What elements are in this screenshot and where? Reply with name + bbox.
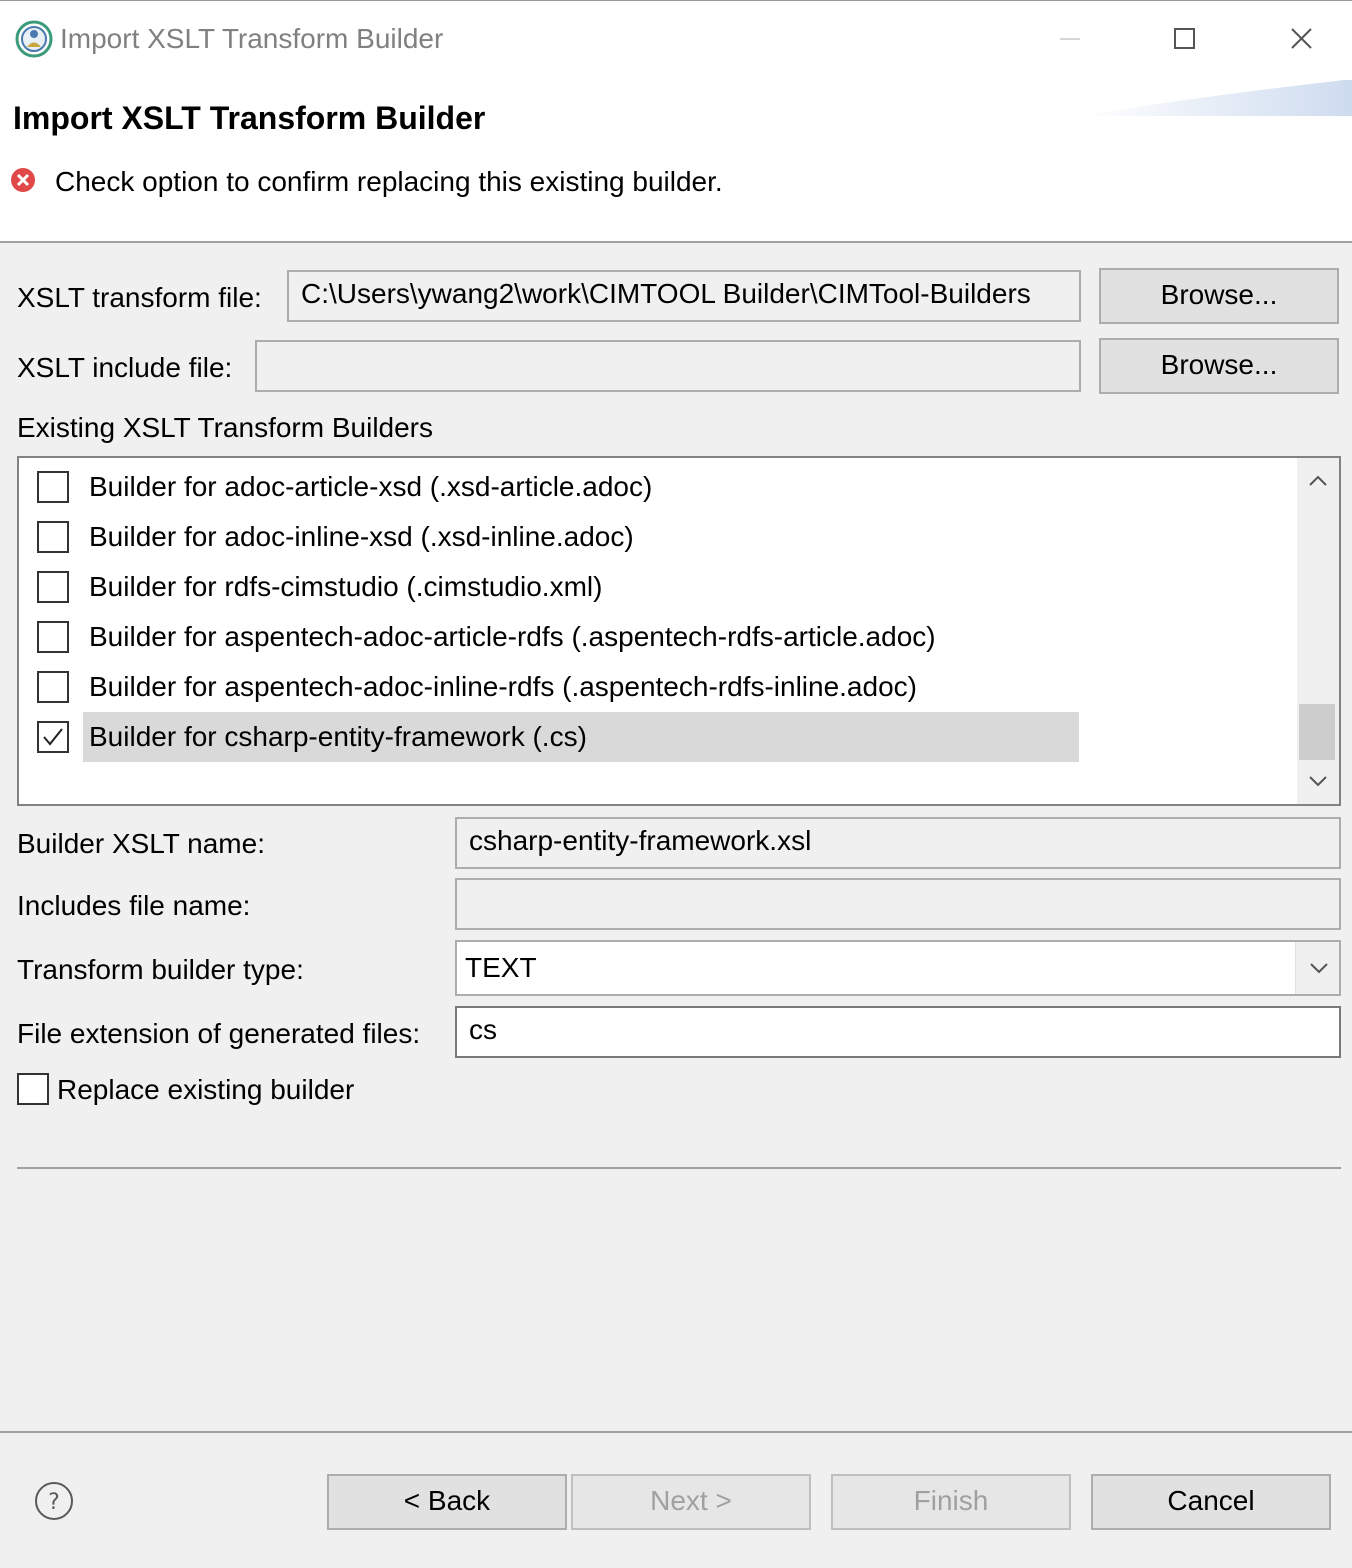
builder-type-label: Transform builder type: (17, 954, 304, 985)
builder-checkbox-checked[interactable] (37, 721, 69, 753)
error-message: Check option to confirm replacing this e… (55, 166, 723, 197)
extension-label: File extension of generated files: (17, 1018, 421, 1049)
existing-builders-label: Existing XSLT Transform Builders (17, 412, 434, 443)
builder-label: Builder for aspentech-adoc-article-rdfs … (89, 621, 936, 652)
builder-checkbox[interactable] (37, 571, 69, 603)
include-file-field[interactable] (255, 340, 1081, 392)
includes-name-label: Includes file name: (17, 890, 251, 921)
builder-checkbox[interactable] (37, 621, 69, 653)
banner-decoration (1080, 80, 1352, 116)
include-file-label: XSLT include file: (17, 352, 233, 383)
browse-include-button[interactable]: Browse... (1099, 338, 1339, 394)
builder-checkbox[interactable] (37, 471, 69, 503)
browse-transform-button[interactable]: Browse... (1099, 268, 1339, 324)
chevron-up-icon[interactable] (1307, 470, 1329, 492)
replace-checkbox[interactable] (17, 1073, 49, 1105)
chevron-down-icon (1310, 963, 1328, 974)
list-item[interactable]: Builder for adoc-inline-xsd (.xsd-inline… (19, 512, 1299, 562)
includes-name-field[interactable] (455, 878, 1341, 930)
back-button[interactable]: < Back (327, 1474, 567, 1530)
close-icon[interactable] (1277, 16, 1327, 62)
window-title: Import XSLT Transform Builder (60, 23, 444, 54)
scrollbar-thumb[interactable] (1299, 704, 1335, 760)
maximize-icon[interactable] (1160, 16, 1210, 62)
list-item[interactable]: Builder for adoc-article-xsd (.xsd-artic… (19, 462, 1299, 512)
finish-button[interactable]: Finish (831, 1474, 1071, 1530)
title-bar: Import XSLT Transform Builder (0, 0, 1352, 80)
transform-file-field[interactable]: C:\Users\ywang2\work\CIMTOOL Builder\CIM… (287, 270, 1081, 322)
wizard-header: Import XSLT Transform Builder Check opti… (0, 80, 1352, 242)
builder-label: Builder for aspentech-adoc-inline-rdfs (… (89, 671, 917, 702)
page-title: Import XSLT Transform Builder (13, 100, 486, 136)
cancel-button[interactable]: Cancel (1091, 1474, 1331, 1530)
replace-label[interactable]: Replace existing builder (57, 1073, 354, 1107)
builder-type-value: TEXT (465, 952, 537, 983)
list-item-selected[interactable]: Builder for csharp-entity-framework (.cs… (19, 712, 1299, 762)
footer-separator (0, 1431, 1352, 1433)
existing-builders-list[interactable]: Builder for adoc-article-xsd (.xsd-artic… (17, 456, 1341, 806)
error-icon (11, 168, 35, 192)
next-button[interactable]: Next > (571, 1474, 811, 1530)
list-scrollbar[interactable] (1297, 458, 1339, 804)
list-item[interactable]: Builder for rdfs-cimstudio (.cimstudio.x… (19, 562, 1299, 612)
svg-text:?: ? (48, 1490, 60, 1515)
checkmark-icon (43, 728, 63, 746)
minimize-icon[interactable] (1045, 16, 1095, 62)
transform-file-label: XSLT transform file: (17, 282, 262, 313)
builder-checkbox[interactable] (37, 671, 69, 703)
builder-label: Builder for rdfs-cimstudio (.cimstudio.x… (89, 571, 603, 602)
list-item[interactable]: Builder for aspentech-adoc-inline-rdfs (… (19, 662, 1299, 712)
header-separator (0, 241, 1352, 243)
builder-label: Builder for adoc-article-xsd (.xsd-artic… (89, 471, 653, 502)
builder-label: Builder for csharp-entity-framework (.cs… (83, 712, 1079, 762)
content-separator (17, 1167, 1341, 1169)
extension-input[interactable]: cs (455, 1006, 1341, 1058)
dropdown-button[interactable] (1295, 942, 1339, 994)
builder-name-field[interactable]: csharp-entity-framework.xsl (455, 817, 1341, 869)
app-logo-icon (15, 20, 53, 58)
builder-type-select[interactable]: TEXT (455, 940, 1341, 996)
help-icon[interactable]: ? (33, 1480, 75, 1522)
chevron-down-icon[interactable] (1307, 770, 1329, 792)
builder-name-label: Builder XSLT name: (17, 828, 265, 859)
list-item[interactable]: Builder for aspentech-adoc-article-rdfs … (19, 612, 1299, 662)
builder-checkbox[interactable] (37, 521, 69, 553)
builder-label: Builder for adoc-inline-xsd (.xsd-inline… (89, 521, 634, 552)
